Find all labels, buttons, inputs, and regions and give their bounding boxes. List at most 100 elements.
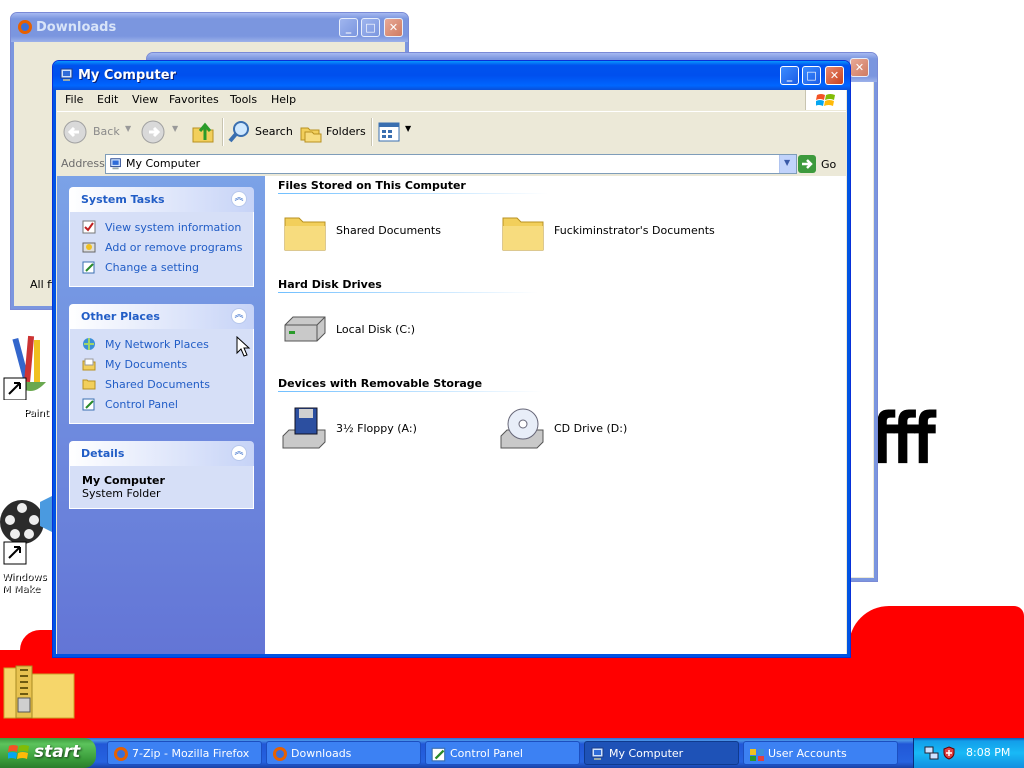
- system-tasks-body: View system information Add or remove pr…: [69, 212, 254, 287]
- menu-view[interactable]: View: [132, 93, 158, 106]
- group-files-title: Files Stored on This Computer: [278, 179, 466, 192]
- control-panel-link[interactable]: Control Panel: [70, 395, 253, 415]
- movie-maker-shortcut[interactable]: Windows M Make: [0, 492, 56, 602]
- system-tasks-title: System Tasks: [81, 193, 165, 206]
- minimize-button[interactable]: _: [780, 66, 799, 85]
- folders-label: Folders: [326, 125, 366, 138]
- cd-drive-icon: [500, 408, 544, 449]
- up-button[interactable]: [191, 120, 217, 144]
- forward-arrow-icon: [141, 120, 165, 144]
- group-divider: [278, 292, 538, 293]
- back-dropdown-icon[interactable]: ▼: [125, 124, 131, 133]
- content-area: System Tasks ︽ View system information A…: [57, 176, 846, 654]
- forward-dropdown-icon[interactable]: ▼: [172, 124, 178, 133]
- paint-red-area-right: [849, 606, 1024, 656]
- movie-maker-icon: [0, 496, 52, 565]
- windows-flag-icon: [8, 745, 29, 759]
- details-panel: Details ︽ My Computer System Folder: [69, 441, 254, 509]
- system-tasks-header[interactable]: System Tasks ︽: [69, 187, 254, 212]
- floppy-drive-icon: [282, 407, 326, 449]
- close-button[interactable]: ✕: [384, 18, 403, 37]
- zipped-folder-icon: [3, 665, 75, 719]
- control-panel-icon: [82, 398, 95, 411]
- menu-tools[interactable]: Tools: [230, 93, 257, 106]
- taskbar-button-my-computer[interactable]: My Computer: [584, 741, 739, 765]
- folder-icon: [502, 217, 544, 251]
- change-setting-link[interactable]: Change a setting: [70, 258, 253, 278]
- menu-favorites[interactable]: Favorites: [169, 93, 219, 106]
- my-documents-icon: [82, 358, 96, 371]
- paint-icon: [3, 335, 46, 401]
- system-info-icon: [82, 220, 96, 234]
- minimize-button[interactable]: _: [339, 18, 358, 37]
- my-computer-titlebar[interactable]: My Computer _ □ ✕: [53, 61, 850, 90]
- menu-file[interactable]: File: [65, 93, 83, 106]
- network-tray-icon[interactable]: [924, 745, 940, 761]
- taskbar-button-user-accounts[interactable]: User Accounts: [743, 741, 898, 765]
- group-divider: [278, 193, 548, 194]
- go-label: Go: [821, 158, 837, 171]
- details-header[interactable]: Details ︽: [69, 441, 254, 466]
- add-remove-programs-link[interactable]: Add or remove programs: [70, 238, 253, 258]
- toolbar: Back ▼ ▼ Search Folders ▼: [57, 111, 846, 153]
- shared-documents-link[interactable]: Shared Documents: [70, 375, 253, 395]
- other-places-title: Other Places: [81, 310, 160, 323]
- menu-help[interactable]: Help: [271, 93, 296, 106]
- views-icon: [378, 122, 400, 142]
- address-input[interactable]: My Computer ▼: [105, 154, 797, 174]
- paint-red-area: [0, 650, 1024, 738]
- canvas-text: fff: [872, 398, 936, 480]
- paint-shortcut[interactable]: Paint: [0, 330, 56, 420]
- back-button[interactable]: Back ▼: [63, 120, 133, 144]
- downloads-title: Downloads: [36, 20, 117, 35]
- local-disk-item[interactable]: Local Disk (C:): [281, 307, 461, 355]
- address-dropdown-button[interactable]: ▼: [779, 155, 796, 173]
- taskbar-button-firefox[interactable]: 7-Zip - Mozilla Firefox: [107, 741, 262, 765]
- other-places-body: My Network Places My Documents Shared Do…: [69, 329, 254, 424]
- folders-icon: [300, 127, 322, 143]
- user-documents-item[interactable]: Fuckiminstrator's Documents: [499, 208, 719, 256]
- view-system-info-link[interactable]: View system information: [70, 218, 253, 238]
- views-button[interactable]: ▼: [377, 120, 413, 144]
- folders-button[interactable]: Folders: [299, 120, 366, 144]
- mouse-cursor-icon: [236, 336, 251, 357]
- address-bar: Address My Computer ▼ Go: [57, 152, 846, 175]
- my-network-places-link[interactable]: My Network Places: [70, 335, 253, 355]
- search-button[interactable]: Search: [227, 120, 293, 144]
- start-label: start: [34, 742, 81, 762]
- maximize-button[interactable]: □: [802, 66, 821, 85]
- main-pane: Files Stored on This Computer Shared Doc…: [265, 176, 846, 654]
- details-body: My Computer System Folder: [69, 466, 254, 509]
- forward-button[interactable]: ▼: [141, 120, 181, 144]
- group-hdd-title: Hard Disk Drives: [278, 278, 382, 291]
- cd-drive-item[interactable]: CD Drive (D:): [499, 406, 679, 454]
- firefox-icon: [18, 20, 32, 34]
- close-button[interactable]: ✕: [850, 58, 869, 77]
- computer-icon: [110, 158, 121, 170]
- taskbar: start 7-Zip - Mozilla Firefox Downloads …: [0, 738, 1024, 768]
- go-button[interactable]: Go: [798, 155, 848, 173]
- maximize-button[interactable]: □: [361, 18, 380, 37]
- start-button[interactable]: start: [0, 738, 96, 768]
- collapse-icon[interactable]: ︽: [231, 445, 247, 461]
- security-tray-icon[interactable]: [942, 746, 956, 760]
- taskbar-button-downloads[interactable]: Downloads: [266, 741, 421, 765]
- go-arrow-icon: [798, 155, 816, 173]
- windows-logo: [805, 90, 846, 110]
- other-places-header[interactable]: Other Places ︽: [69, 304, 254, 329]
- group-removable-title: Devices with Removable Storage: [278, 377, 483, 390]
- collapse-icon[interactable]: ︽: [231, 308, 247, 324]
- my-documents-link[interactable]: My Documents: [70, 355, 253, 375]
- downloads-titlebar[interactable]: Downloads _ □ ✕: [11, 13, 408, 42]
- shared-documents-item[interactable]: Shared Documents: [281, 208, 461, 256]
- taskbar-button-control-panel[interactable]: Control Panel: [425, 741, 580, 765]
- close-button[interactable]: ✕: [825, 66, 844, 85]
- clock[interactable]: 8:08 PM: [966, 746, 1010, 759]
- downloads-partial-text: All fi: [30, 278, 55, 291]
- collapse-icon[interactable]: ︽: [231, 191, 247, 207]
- zip-folder-icon[interactable]: [2, 660, 76, 720]
- floppy-item[interactable]: 3½ Floppy (A:): [281, 406, 461, 454]
- menu-edit[interactable]: Edit: [97, 93, 118, 106]
- toolbar-separator: [222, 118, 224, 146]
- my-computer-window[interactable]: My Computer _ □ ✕ File Edit View Favorit…: [52, 60, 851, 658]
